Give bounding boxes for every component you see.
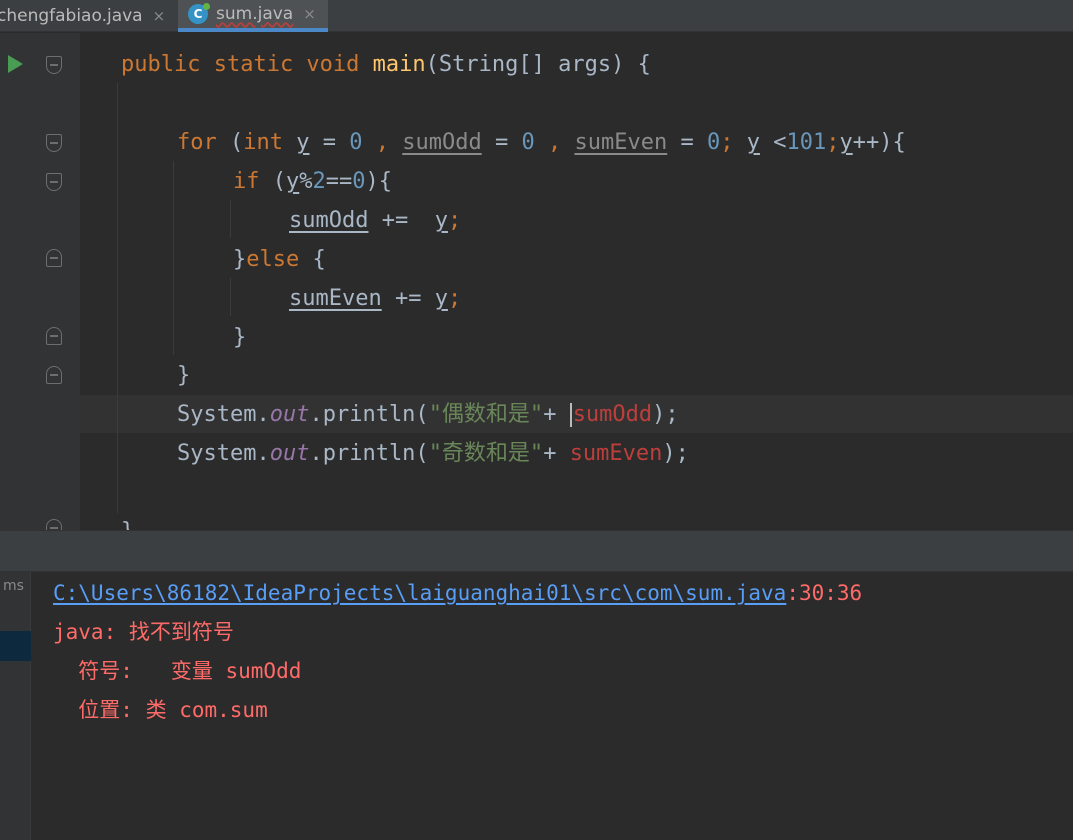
selected-tree-item[interactable] [0, 631, 31, 661]
tab-label: sum.java [216, 4, 294, 24]
error-symbol: 符号: 变量 sumOdd [53, 659, 302, 683]
build-tree-panel: ms [0, 572, 31, 840]
error-location-class: 位置: 类 com.sum [53, 698, 268, 722]
code-line-if: if (y%2==0){ [233, 169, 392, 194]
indent-guide [230, 200, 231, 238]
error-message: java: 找不到符号 [53, 620, 234, 644]
java-class-icon: C [188, 3, 210, 24]
code-line-else: }else { [233, 247, 326, 272]
error-file-link[interactable]: C:\Users\86182\IdeaProjects\laiguanghai0… [53, 581, 786, 605]
indent-guide [230, 278, 231, 316]
code-line-brace: } [177, 363, 191, 388]
code-line-println-odd: System.out.println("偶数和是"+ sumOdd); [177, 402, 679, 427]
indent-guide [117, 83, 118, 513]
code-line-sumodd: sumOdd += y; [289, 208, 462, 233]
build-time-label: ms [3, 578, 24, 594]
editor-tab-bar: chengfabiao.java × C sum.java × [0, 0, 1073, 32]
indent-guide [173, 161, 174, 355]
code-line-for: for (int y = 0 , sumOdd = 0 , sumEven = … [177, 130, 906, 155]
build-output-panel: ms C:\Users\86182\IdeaProjects\laiguangh… [0, 572, 1073, 840]
error-location: C:\Users\86182\IdeaProjects\laiguanghai0… [53, 581, 863, 605]
panel-splitter[interactable] [0, 530, 1073, 572]
code-editor[interactable]: public static void main(String[] args) {… [0, 33, 1073, 530]
close-icon[interactable]: × [303, 5, 316, 23]
tab-sum[interactable]: C sum.java × [178, 0, 328, 32]
code-text: public static void main(String[] args) {… [0, 33, 906, 530]
code-line-main: public static void main(String[] args) { [121, 52, 651, 77]
tab-chengfabiao[interactable]: chengfabiao.java × [0, 0, 172, 32]
close-icon[interactable]: × [153, 7, 166, 25]
code-line-brace: } [121, 512, 134, 530]
tab-label: chengfabiao.java [0, 6, 143, 26]
text-caret [569, 403, 572, 427]
code-line-sumeven: sumEven += y; [289, 286, 462, 311]
code-line-brace: } [233, 325, 247, 350]
code-line-println-even: System.out.println("奇数和是"+ sumEven); [177, 441, 689, 466]
